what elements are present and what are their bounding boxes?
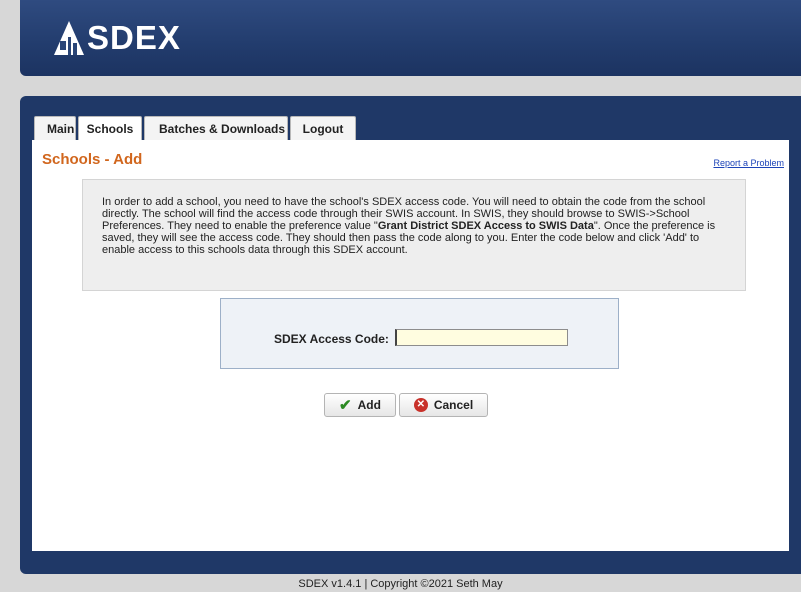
footer-text: SDEX v1.4.1 | Copyright ©2021 Seth May [298, 578, 503, 590]
instructions-box: In order to add a school, you need to ha… [82, 179, 746, 291]
access-code-label: SDEX Access Code: [274, 332, 389, 346]
access-code-input[interactable] [395, 329, 568, 346]
cancel-button[interactable]: ✕ Cancel [399, 393, 488, 417]
tab-logout[interactable]: Logout [290, 116, 356, 140]
checkmark-icon: ✔ [339, 396, 352, 414]
sdex-logo: SDEX [54, 16, 181, 60]
add-button-label: Add [357, 398, 381, 412]
add-button[interactable]: ✔ Add [324, 393, 396, 417]
cancel-x-icon: ✕ [413, 398, 428, 412]
report-problem-link[interactable]: Report a Problem [713, 158, 784, 168]
page-title: Schools - Add [42, 151, 143, 168]
school-house-icon [54, 21, 84, 55]
instructions-highlight: Grant District SDEX Access to SWIS Data [377, 220, 594, 232]
tab-schools[interactable]: Schools [78, 116, 142, 141]
tab-bar: Main Schools Batches & Downloads Logout [34, 116, 356, 141]
logo-text: SDEX [87, 19, 181, 56]
content-panel: Schools - Add Report a Problem In order … [32, 140, 789, 551]
app-header: SDEX [20, 0, 801, 76]
tab-batches-downloads[interactable]: Batches & Downloads [144, 116, 288, 140]
instructions-text: In order to add a school, you need to ha… [102, 196, 730, 256]
tab-main[interactable]: Main [34, 116, 76, 140]
cancel-button-label: Cancel [433, 398, 474, 412]
access-code-form: SDEX Access Code: [220, 298, 619, 369]
